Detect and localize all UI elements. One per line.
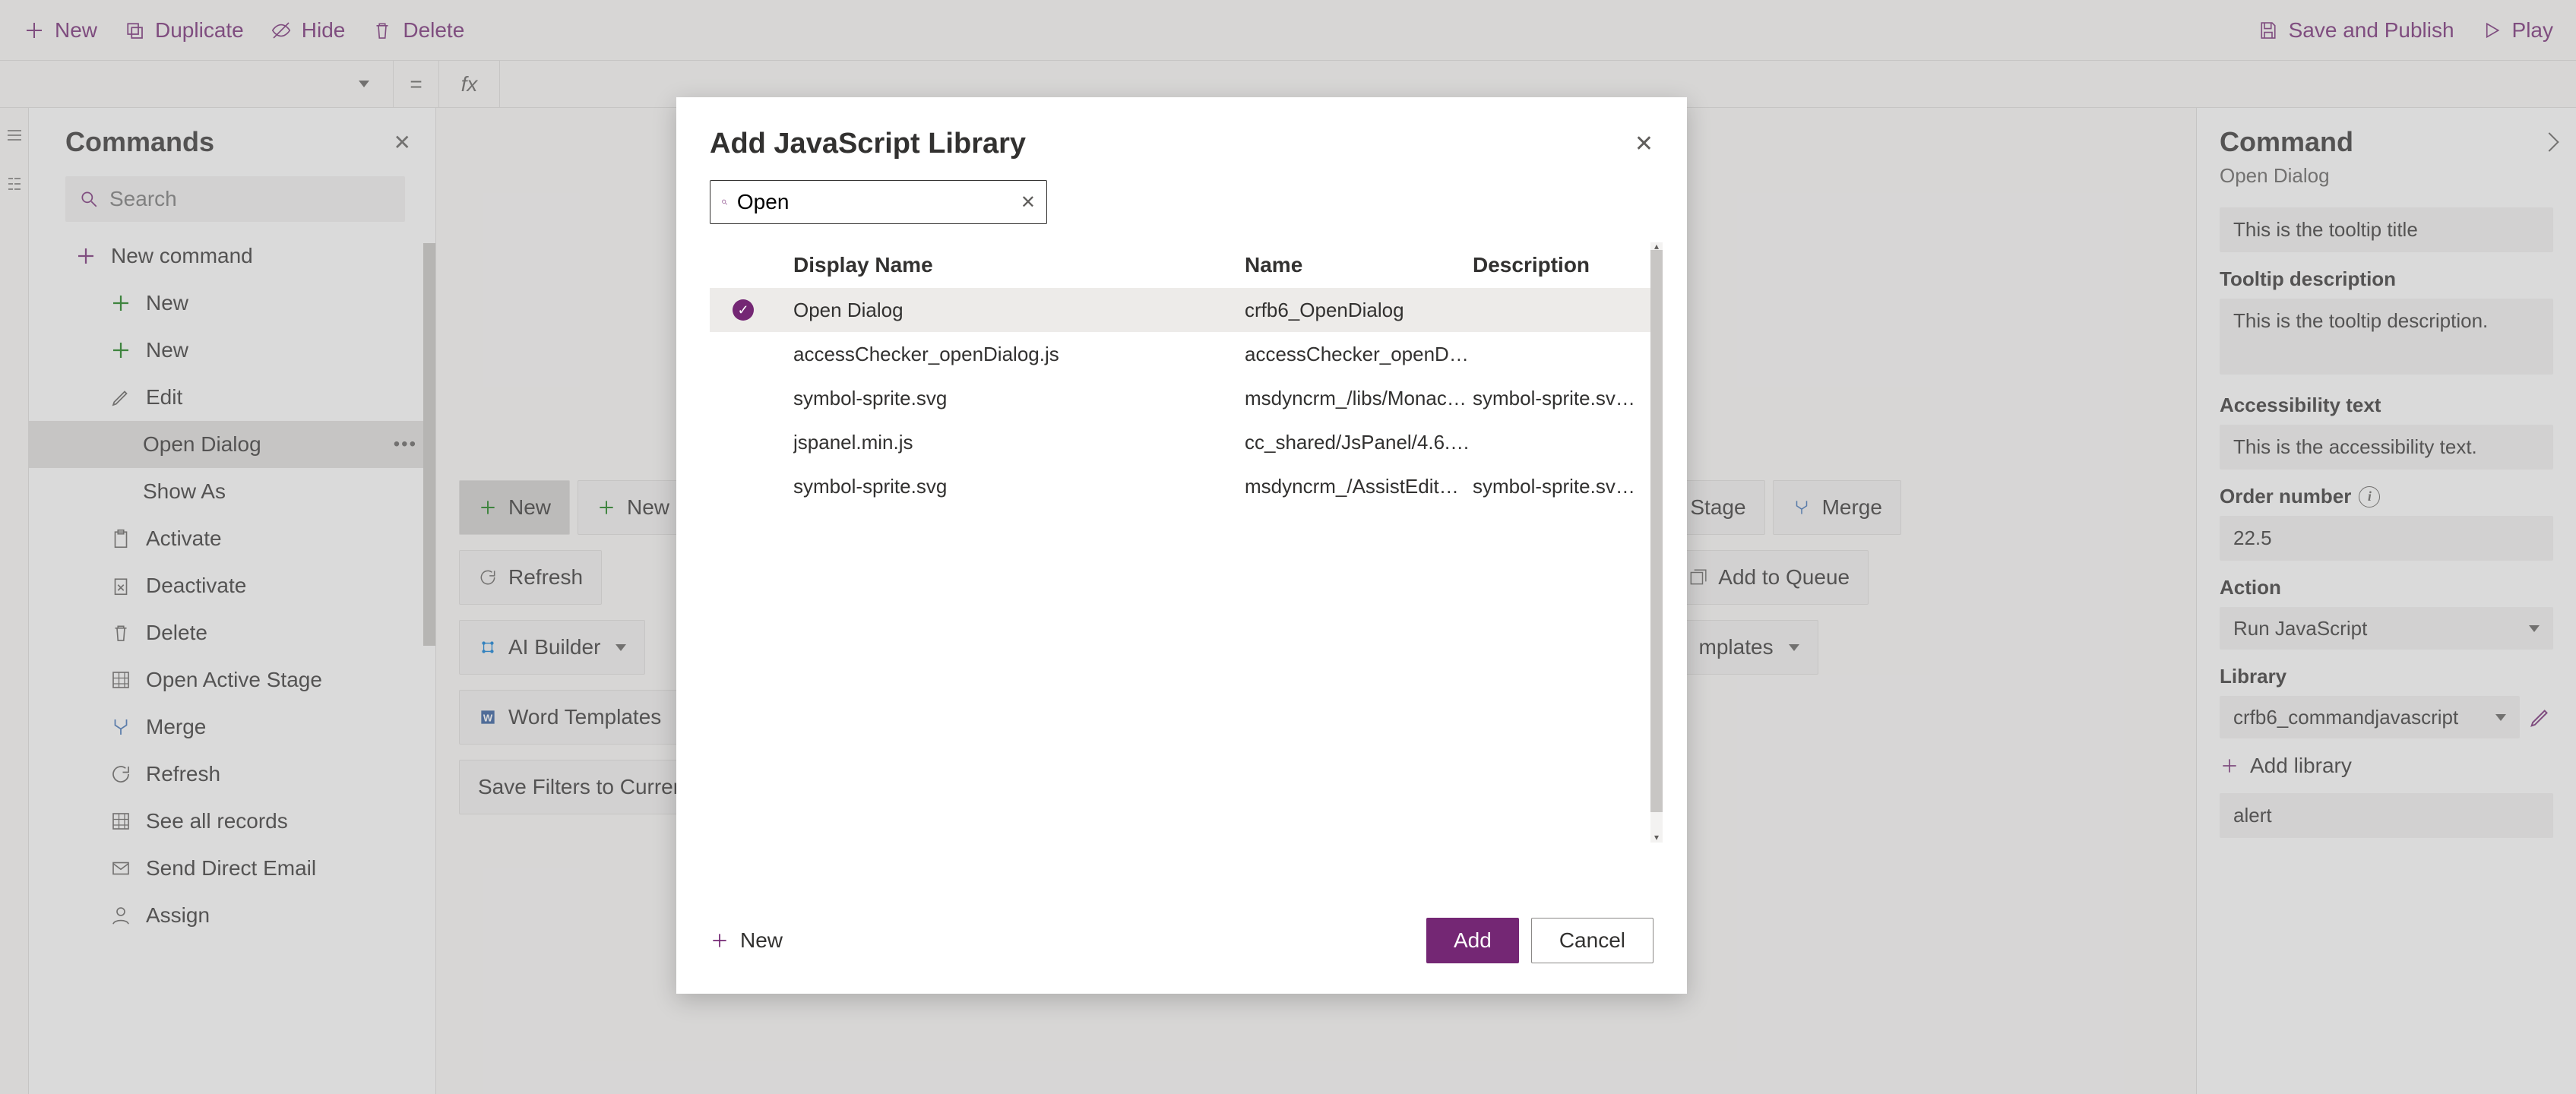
- search-icon: [721, 192, 728, 212]
- scrollbar-thumb[interactable]: [1650, 250, 1663, 812]
- dialog-search[interactable]: ✕: [710, 180, 1047, 224]
- library-row[interactable]: ✓ Open Dialogcrfb6_OpenDialog: [710, 288, 1654, 332]
- row-display: symbol-sprite.svg: [793, 475, 1245, 498]
- library-row[interactable]: symbol-sprite.svgmsdyncrm_/AssistEditCo……: [710, 464, 1654, 508]
- row-display: symbol-sprite.svg: [793, 387, 1245, 410]
- close-icon[interactable]: ✕: [1635, 131, 1654, 157]
- add-js-library-dialog: Add JavaScript Library ✕ ✕ ▴ ▾ Display N…: [676, 97, 1687, 994]
- library-row[interactable]: jspanel.min.jscc_shared/JsPanel/4.6.0/…: [710, 420, 1654, 464]
- row-display: accessChecker_openDialog.js: [793, 343, 1245, 366]
- new-label: New: [740, 928, 783, 953]
- col-display-name[interactable]: Display Name: [793, 253, 1245, 277]
- row-desc: symbol-sprite.sv…: [1473, 475, 1654, 498]
- dialog-title: Add JavaScript Library: [710, 128, 1654, 160]
- dialog-search-input[interactable]: [737, 190, 1011, 214]
- row-name: msdyncrm_/AssistEditCo…: [1245, 475, 1473, 498]
- check-icon: ✓: [733, 299, 754, 321]
- library-row[interactable]: symbol-sprite.svgmsdyncrm_/libs/Monaco…s…: [710, 376, 1654, 420]
- row-name: accessChecker_openDial…: [1245, 343, 1473, 366]
- plus-icon: [710, 931, 729, 950]
- add-button[interactable]: Add: [1426, 918, 1519, 963]
- row-name: cc_shared/JsPanel/4.6.0/…: [1245, 431, 1473, 454]
- col-name[interactable]: Name: [1245, 253, 1473, 277]
- row-name: crfb6_OpenDialog: [1245, 299, 1473, 322]
- table-header: Display Name Name Description: [710, 242, 1654, 288]
- row-name: msdyncrm_/libs/Monaco…: [1245, 387, 1473, 410]
- row-display: jspanel.min.js: [793, 431, 1245, 454]
- row-display: Open Dialog: [793, 299, 1245, 322]
- clear-icon[interactable]: ✕: [1021, 191, 1036, 213]
- row-desc: symbol-sprite.sv…: [1473, 387, 1654, 410]
- scrollbar[interactable]: ▴ ▾: [1650, 242, 1663, 843]
- library-row[interactable]: accessChecker_openDialog.jsaccessChecker…: [710, 332, 1654, 376]
- col-description[interactable]: Description: [1473, 253, 1654, 277]
- row-check[interactable]: ✓: [733, 299, 793, 321]
- cancel-button[interactable]: Cancel: [1531, 918, 1654, 963]
- new-library-button[interactable]: New: [710, 928, 783, 953]
